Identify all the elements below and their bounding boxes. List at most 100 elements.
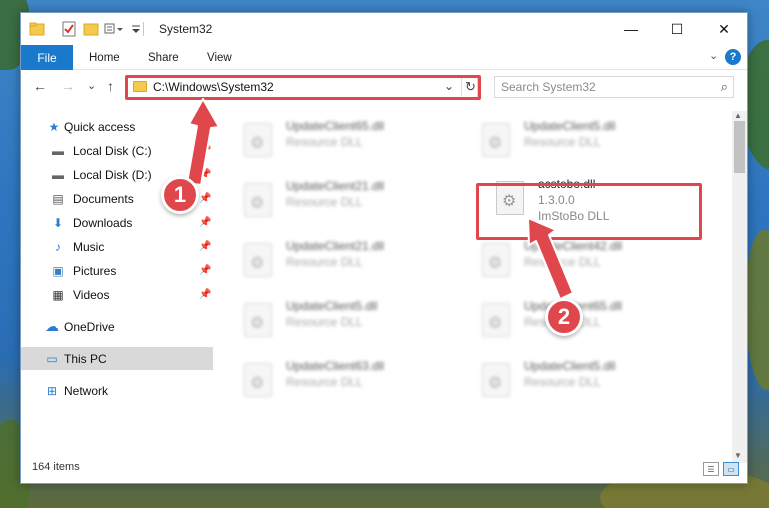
navigation-bar: ← → ⌄ ↑ C:\Windows\System32 ⌄ ↻ Search S… — [21, 71, 747, 103]
file-description: Resource DLL — [286, 135, 363, 149]
sidebar-item-local-disk-c[interactable]: ▬ Local Disk (C:) 📌 — [21, 139, 213, 162]
tab-share[interactable]: Share — [148, 45, 179, 70]
file-description: Resource DLL — [286, 315, 363, 329]
maximize-button[interactable]: ☐ — [654, 13, 700, 45]
customize-toolbar-icon[interactable] — [131, 21, 141, 37]
step-1-badge: 1 — [161, 176, 199, 214]
cloud-icon: ☁ — [45, 318, 59, 334]
list-item[interactable]: ⚙ UpdateClient21.dll Resource DLL — [234, 237, 454, 287]
computer-icon: ▭ — [46, 351, 58, 366]
back-button[interactable]: ← — [33, 78, 47, 94]
list-item[interactable]: ⚙ UpdateClient5.dll Resource DLL — [234, 297, 454, 347]
sidebar-item-label: Documents — [73, 191, 134, 206]
scroll-down-icon[interactable]: ▼ — [734, 451, 742, 460]
view-options-icon[interactable] — [104, 21, 128, 37]
file-description: Resource DLL — [524, 135, 601, 149]
close-button[interactable]: ✕ — [701, 13, 747, 45]
properties-icon[interactable] — [61, 21, 77, 37]
dll-file-icon: ⚙ — [482, 243, 510, 277]
details-view-icon[interactable]: ☰ — [703, 462, 719, 476]
help-icon[interactable]: ? — [725, 49, 741, 65]
drive-icon: ▬ — [52, 167, 64, 182]
star-icon: ★ — [48, 119, 60, 134]
sidebar-item-network[interactable]: ⊞ Network — [21, 379, 213, 402]
pin-icon: 📌 — [199, 289, 212, 300]
vertical-scrollbar[interactable]: ▲ ▼ — [732, 111, 747, 463]
list-item[interactable]: ⚙ UpdateClient65.dll Resource DLL — [234, 117, 454, 167]
file-name: UpdateClient21.dll — [286, 179, 385, 193]
pictures-icon: ▣ — [52, 263, 64, 278]
folder-icon — [29, 21, 45, 37]
search-placeholder: Search System32 — [501, 80, 596, 94]
file-name: UpdateClient42.dll — [524, 239, 623, 253]
downloads-icon: ⬇ — [52, 215, 64, 230]
pin-icon: 📌 — [199, 241, 212, 252]
network-icon: ⊞ — [46, 383, 58, 398]
file-name: UpdateClient63.dll — [286, 359, 385, 373]
minimize-button[interactable]: — — [608, 13, 654, 45]
sidebar-item-label: Downloads — [73, 215, 133, 230]
title-divider — [143, 22, 144, 36]
expand-ribbon-icon[interactable]: ⌄ — [709, 49, 718, 62]
sidebar-item-music[interactable]: ♪ Music 📌 — [21, 235, 213, 258]
sidebar-item-label: Pictures — [73, 263, 117, 278]
scrollbar-thumb[interactable] — [734, 121, 745, 173]
sidebar-item-downloads[interactable]: ⬇ Downloads 📌 — [21, 211, 213, 234]
file-description: Resource DLL — [524, 255, 601, 269]
item-count: 164 items — [32, 461, 80, 473]
file-description: Resource DLL — [286, 375, 363, 389]
file-name: UpdateClient65.dll — [286, 119, 385, 133]
videos-icon: ▦ — [52, 287, 64, 302]
large-icons-view-icon[interactable]: ▭ — [723, 462, 739, 476]
forward-button[interactable]: → — [61, 78, 75, 94]
sidebar-item-pictures[interactable]: ▣ Pictures 📌 — [21, 259, 213, 282]
file-description: Resource DLL — [286, 195, 363, 209]
background-leaf — [745, 230, 769, 390]
sidebar-item-label: Local Disk (C:) — [73, 143, 152, 158]
file-description: Resource DLL — [524, 375, 601, 389]
address-highlight-box — [125, 75, 481, 100]
sidebar-item-label: OneDrive — [64, 319, 115, 334]
dll-file-icon: ⚙ — [244, 243, 272, 277]
file-description: Resource DLL — [286, 255, 363, 269]
sidebar-item-videos[interactable]: ▦ Videos 📌 — [21, 283, 213, 306]
sidebar-item-this-pc[interactable]: ▭ This PC — [21, 347, 213, 370]
pin-icon: 📌 — [199, 145, 212, 156]
sidebar-item-label: Videos — [73, 287, 110, 302]
recent-locations-button[interactable]: ⌄ — [87, 79, 96, 92]
search-icon[interactable]: ⌕ — [721, 79, 728, 95]
file-name: UpdateClient5.dll — [286, 299, 378, 313]
step-2-badge: 2 — [545, 298, 583, 336]
drive-icon: ▬ — [52, 143, 64, 158]
dll-file-icon: ⚙ — [244, 363, 272, 397]
sidebar-item-label: This PC — [64, 351, 107, 366]
list-item[interactable]: ⚙ UpdateClient5.dll Resource DLL — [472, 117, 692, 167]
list-item[interactable]: ⚙ UpdateClient21.dll Resource DLL — [234, 177, 454, 227]
sidebar-item-label: Network — [64, 383, 109, 398]
sidebar-item-label: Music — [73, 239, 105, 254]
pin-icon: 📌 — [199, 265, 212, 276]
dll-file-icon: ⚙ — [244, 123, 272, 157]
window-title: System32 — [159, 22, 213, 36]
up-button[interactable]: ↑ — [107, 78, 114, 94]
file-name: UpdateClient5.dll — [524, 119, 616, 133]
file-name: UpdateClient21.dll — [286, 239, 385, 253]
new-folder-icon[interactable] — [83, 21, 99, 37]
sidebar-item-quick-access[interactable]: ★ Quick access — [21, 115, 213, 138]
dll-file-icon: ⚙ — [482, 123, 510, 157]
tab-view[interactable]: View — [207, 45, 232, 70]
tab-home[interactable]: Home — [89, 45, 120, 70]
search-input[interactable]: Search System32 ⌕ — [494, 76, 734, 98]
sidebar-item-onedrive[interactable]: ☁ OneDrive — [21, 315, 213, 338]
status-bar: 164 items ☰ ▭ — [21, 461, 747, 483]
dll-file-icon: ⚙ — [244, 183, 272, 217]
navigation-pane: ★ Quick access ▬ Local Disk (C:) 📌 ▬ Loc… — [21, 111, 213, 451]
sidebar-item-label: Quick access — [64, 119, 136, 134]
list-item[interactable]: ⚙ UpdateClient42.dll Resource DLL — [472, 237, 692, 287]
dll-file-icon: ⚙ — [482, 363, 510, 397]
tab-file[interactable]: File — [21, 45, 73, 70]
pin-icon: 📌 — [199, 169, 212, 180]
scroll-up-icon[interactable]: ▲ — [734, 111, 742, 120]
list-item[interactable]: ⚙ UpdateClient5.dll Resource DLL — [472, 357, 692, 407]
list-item[interactable]: ⚙ UpdateClient63.dll Resource DLL — [234, 357, 454, 407]
